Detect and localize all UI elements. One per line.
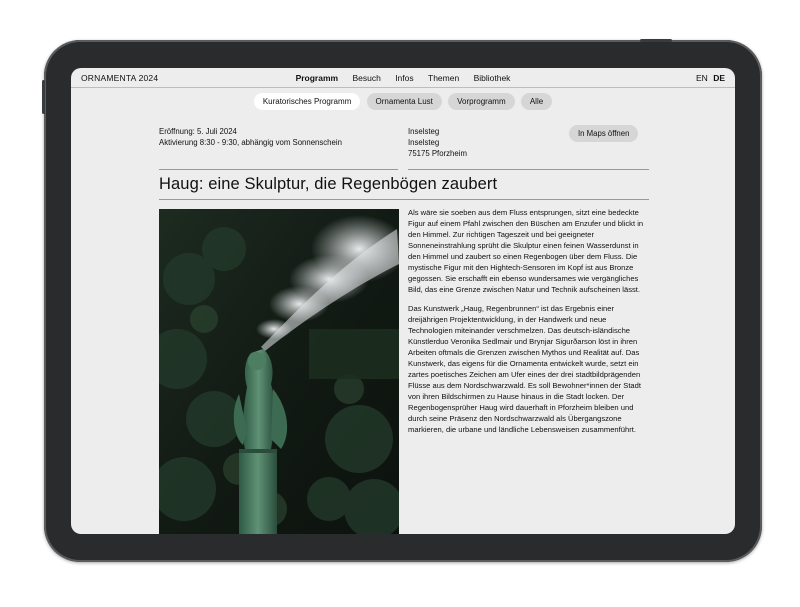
- event-dates: Eröffnung: 5. Juli 2024 Aktivierung 8:30…: [159, 126, 342, 148]
- open-in-maps-button[interactable]: In Maps öffnen: [569, 125, 639, 142]
- divider: [159, 199, 649, 200]
- filter-alle[interactable]: Alle: [520, 93, 553, 110]
- language-en[interactable]: EN: [696, 73, 708, 83]
- nav-item-programm[interactable]: Programm: [296, 73, 339, 83]
- article-paragraph: Das Kunstwerk „Haug, Regenbrunnen“ ist d…: [408, 304, 641, 434]
- program-filter-bar: Kuratorisches Programm Ornamenta Lust Vo…: [71, 93, 735, 110]
- divider: [408, 169, 649, 170]
- filter-vorprogramm[interactable]: Vorprogramm: [448, 93, 515, 110]
- event-location: Inselsteg Inselsteg 75175 Pforzheim: [408, 126, 467, 159]
- tablet-side-button: [42, 80, 45, 114]
- language-switcher: EN DE: [693, 73, 725, 83]
- article-paragraph: Als wäre sie soeben aus dem Fluss entspr…: [408, 208, 644, 294]
- tablet-screen: ORNAMENTA 2024 Programm Besuch Infos The…: [71, 68, 735, 534]
- location-line: 75175 Pforzheim: [408, 149, 467, 158]
- activation-time: Aktivierung 8:30 - 9:30, abhängig vom So…: [159, 138, 342, 147]
- filter-ornamenta-lust[interactable]: Ornamenta Lust: [366, 93, 442, 110]
- filter-kuratorisches-programm[interactable]: Kuratorisches Programm: [253, 93, 361, 110]
- nav-item-themen[interactable]: Themen: [428, 73, 459, 83]
- nav-item-infos[interactable]: Infos: [395, 73, 413, 83]
- opening-date: Eröffnung: 5. Juli 2024: [159, 127, 237, 136]
- main-nav: Programm Besuch Infos Themen Bibliothek: [71, 73, 735, 83]
- sculpture-photo: [159, 209, 399, 534]
- nav-item-besuch[interactable]: Besuch: [352, 73, 380, 83]
- divider: [159, 169, 398, 170]
- tablet-top-button: [640, 39, 672, 42]
- location-line: Inselsteg: [408, 138, 440, 147]
- location-line: Inselsteg: [408, 127, 440, 136]
- language-de[interactable]: DE: [713, 73, 725, 83]
- article-body: Als wäre sie soeben aus dem Fluss entspr…: [408, 207, 650, 443]
- top-navigation-bar: ORNAMENTA 2024 Programm Besuch Infos The…: [71, 68, 735, 88]
- article-title: Haug: eine Skulptur, die Regenbögen zaub…: [159, 175, 498, 193]
- nav-item-bibliothek[interactable]: Bibliothek: [474, 73, 511, 83]
